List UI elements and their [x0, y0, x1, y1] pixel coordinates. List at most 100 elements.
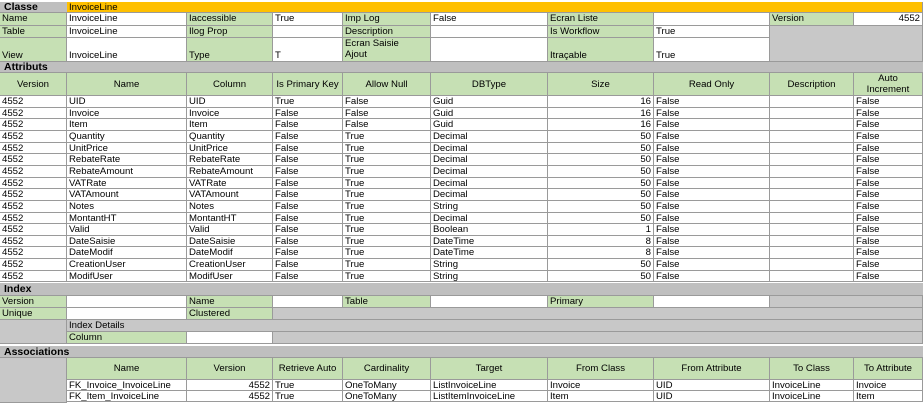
assoc-cell-cardinality[interactable]: OneToMany [343, 391, 431, 402]
attr-cell-auto-increment[interactable]: False [854, 108, 923, 119]
attr-cell-size[interactable]: 50 [548, 178, 654, 189]
attr-cell-version[interactable]: 4552 [0, 213, 67, 224]
attr-cell-size[interactable]: 16 [548, 108, 654, 119]
attr-cell-allow-null[interactable]: True [343, 201, 431, 213]
attr-cell-auto-increment[interactable]: False [854, 154, 923, 166]
assoc-cell-to-attribute[interactable]: Item [854, 391, 923, 402]
attr-cell-name[interactable]: VATRate [67, 178, 187, 189]
attr-cell-is-primary-key[interactable]: False [273, 131, 343, 143]
assoc-cell-to-class[interactable]: InvoiceLine [770, 391, 854, 402]
attr-cell-dbtype[interactable]: Decimal [431, 213, 548, 224]
attr-cell-allow-null[interactable]: True [343, 259, 431, 271]
attr-cell-read-only[interactable]: False [654, 131, 770, 143]
attr-cell-description[interactable] [770, 236, 854, 247]
attr-cell-size[interactable]: 1 [548, 224, 654, 236]
attr-cell-size[interactable]: 50 [548, 131, 654, 143]
attr-cell-version[interactable]: 4552 [0, 247, 67, 259]
attr-cell-description[interactable] [770, 189, 854, 201]
attr-cell-name[interactable]: ModifUser [67, 271, 187, 282]
attr-cell-description[interactable] [770, 108, 854, 119]
attr-cell-column[interactable]: Quantity [187, 131, 273, 143]
attr-cell-allow-null[interactable]: False [343, 108, 431, 119]
attr-cell-name[interactable]: RebateRate [67, 154, 187, 166]
attr-cell-description[interactable] [770, 154, 854, 166]
attr-cell-is-primary-key[interactable]: False [273, 119, 343, 131]
attr-cell-is-primary-key[interactable]: False [273, 143, 343, 154]
assoc-cell-retrieve-auto[interactable]: True [273, 391, 343, 402]
attr-cell-column[interactable]: DateModif [187, 247, 273, 259]
attr-cell-allow-null[interactable]: True [343, 224, 431, 236]
attr-cell-auto-increment[interactable]: False [854, 131, 923, 143]
attr-cell-name[interactable]: Item [67, 119, 187, 131]
assoc-cell-to-class[interactable]: InvoiceLine [770, 380, 854, 391]
assoc-cell-name[interactable]: FK_Invoice_InvoiceLine [67, 380, 187, 391]
assoc-cell-to-attribute[interactable]: Invoice [854, 380, 923, 391]
attr-cell-dbtype[interactable]: Guid [431, 108, 548, 119]
attr-cell-read-only[interactable]: False [654, 166, 770, 178]
assoc-cell-target[interactable]: ListInvoiceLine [431, 380, 548, 391]
assoc-cell-version[interactable]: 4552 [187, 391, 273, 402]
attr-cell-auto-increment[interactable]: False [854, 247, 923, 259]
assoc-cell-from-attribute[interactable]: UID [654, 391, 770, 402]
attr-cell-description[interactable] [770, 166, 854, 178]
attr-cell-column[interactable]: MontantHT [187, 213, 273, 224]
attr-cell-read-only[interactable]: False [654, 154, 770, 166]
attr-cell-description[interactable] [770, 131, 854, 143]
attr-cell-is-primary-key[interactable]: False [273, 178, 343, 189]
attr-cell-column[interactable]: Valid [187, 224, 273, 236]
attr-cell-allow-null[interactable]: True [343, 213, 431, 224]
attr-cell-is-primary-key[interactable]: False [273, 189, 343, 201]
attr-cell-size[interactable]: 8 [548, 247, 654, 259]
attr-cell-dbtype[interactable]: Decimal [431, 178, 548, 189]
attr-cell-version[interactable]: 4552 [0, 119, 67, 131]
attr-cell-description[interactable] [770, 259, 854, 271]
attr-cell-auto-increment[interactable]: False [854, 96, 923, 108]
attr-cell-dbtype[interactable]: Decimal [431, 166, 548, 178]
attr-cell-dbtype[interactable]: Guid [431, 96, 548, 108]
attr-cell-auto-increment[interactable]: False [854, 178, 923, 189]
attr-cell-auto-increment[interactable]: False [854, 236, 923, 247]
attr-cell-column[interactable]: Item [187, 119, 273, 131]
attr-cell-allow-null[interactable]: True [343, 131, 431, 143]
assoc-cell-cardinality[interactable]: OneToMany [343, 380, 431, 391]
attr-cell-read-only[interactable]: False [654, 178, 770, 189]
attr-cell-version[interactable]: 4552 [0, 96, 67, 108]
index-column-value[interactable] [187, 332, 273, 344]
attr-cell-name[interactable]: Quantity [67, 131, 187, 143]
assoc-cell-from-class[interactable]: Item [548, 391, 654, 402]
attr-cell-version[interactable]: 4552 [0, 154, 67, 166]
attr-cell-description[interactable] [770, 143, 854, 154]
attr-cell-is-primary-key[interactable]: False [273, 154, 343, 166]
attr-cell-read-only[interactable]: False [654, 271, 770, 282]
attr-cell-is-primary-key[interactable]: False [273, 271, 343, 282]
attr-cell-version[interactable]: 4552 [0, 166, 67, 178]
attr-cell-description[interactable] [770, 201, 854, 213]
attr-cell-description[interactable] [770, 247, 854, 259]
name-value[interactable]: InvoiceLine [67, 13, 187, 26]
attr-cell-read-only[interactable]: False [654, 259, 770, 271]
attr-cell-read-only[interactable]: False [654, 189, 770, 201]
attr-cell-description[interactable] [770, 119, 854, 131]
attr-cell-allow-null[interactable]: False [343, 96, 431, 108]
attr-cell-allow-null[interactable]: True [343, 166, 431, 178]
attr-cell-is-primary-key[interactable]: False [273, 213, 343, 224]
attr-cell-column[interactable]: RebateAmount [187, 166, 273, 178]
attr-cell-name[interactable]: Notes [67, 201, 187, 213]
index-table-value[interactable] [431, 296, 548, 308]
attr-cell-allow-null[interactable]: True [343, 143, 431, 154]
attr-cell-allow-null[interactable]: True [343, 178, 431, 189]
attr-cell-name[interactable]: UnitPrice [67, 143, 187, 154]
attr-cell-dbtype[interactable]: String [431, 201, 548, 213]
attr-cell-version[interactable]: 4552 [0, 189, 67, 201]
attr-cell-name[interactable]: VATAmount [67, 189, 187, 201]
attr-cell-version[interactable]: 4552 [0, 131, 67, 143]
attr-cell-version[interactable]: 4552 [0, 201, 67, 213]
attr-cell-auto-increment[interactable]: False [854, 119, 923, 131]
assoc-cell-name[interactable]: FK_Item_InvoiceLine [67, 391, 187, 402]
ilogprop-value[interactable] [273, 26, 343, 38]
attr-cell-description[interactable] [770, 213, 854, 224]
attr-cell-size[interactable]: 50 [548, 213, 654, 224]
attr-cell-read-only[interactable]: False [654, 108, 770, 119]
attr-cell-version[interactable]: 4552 [0, 224, 67, 236]
attr-cell-read-only[interactable]: False [654, 236, 770, 247]
